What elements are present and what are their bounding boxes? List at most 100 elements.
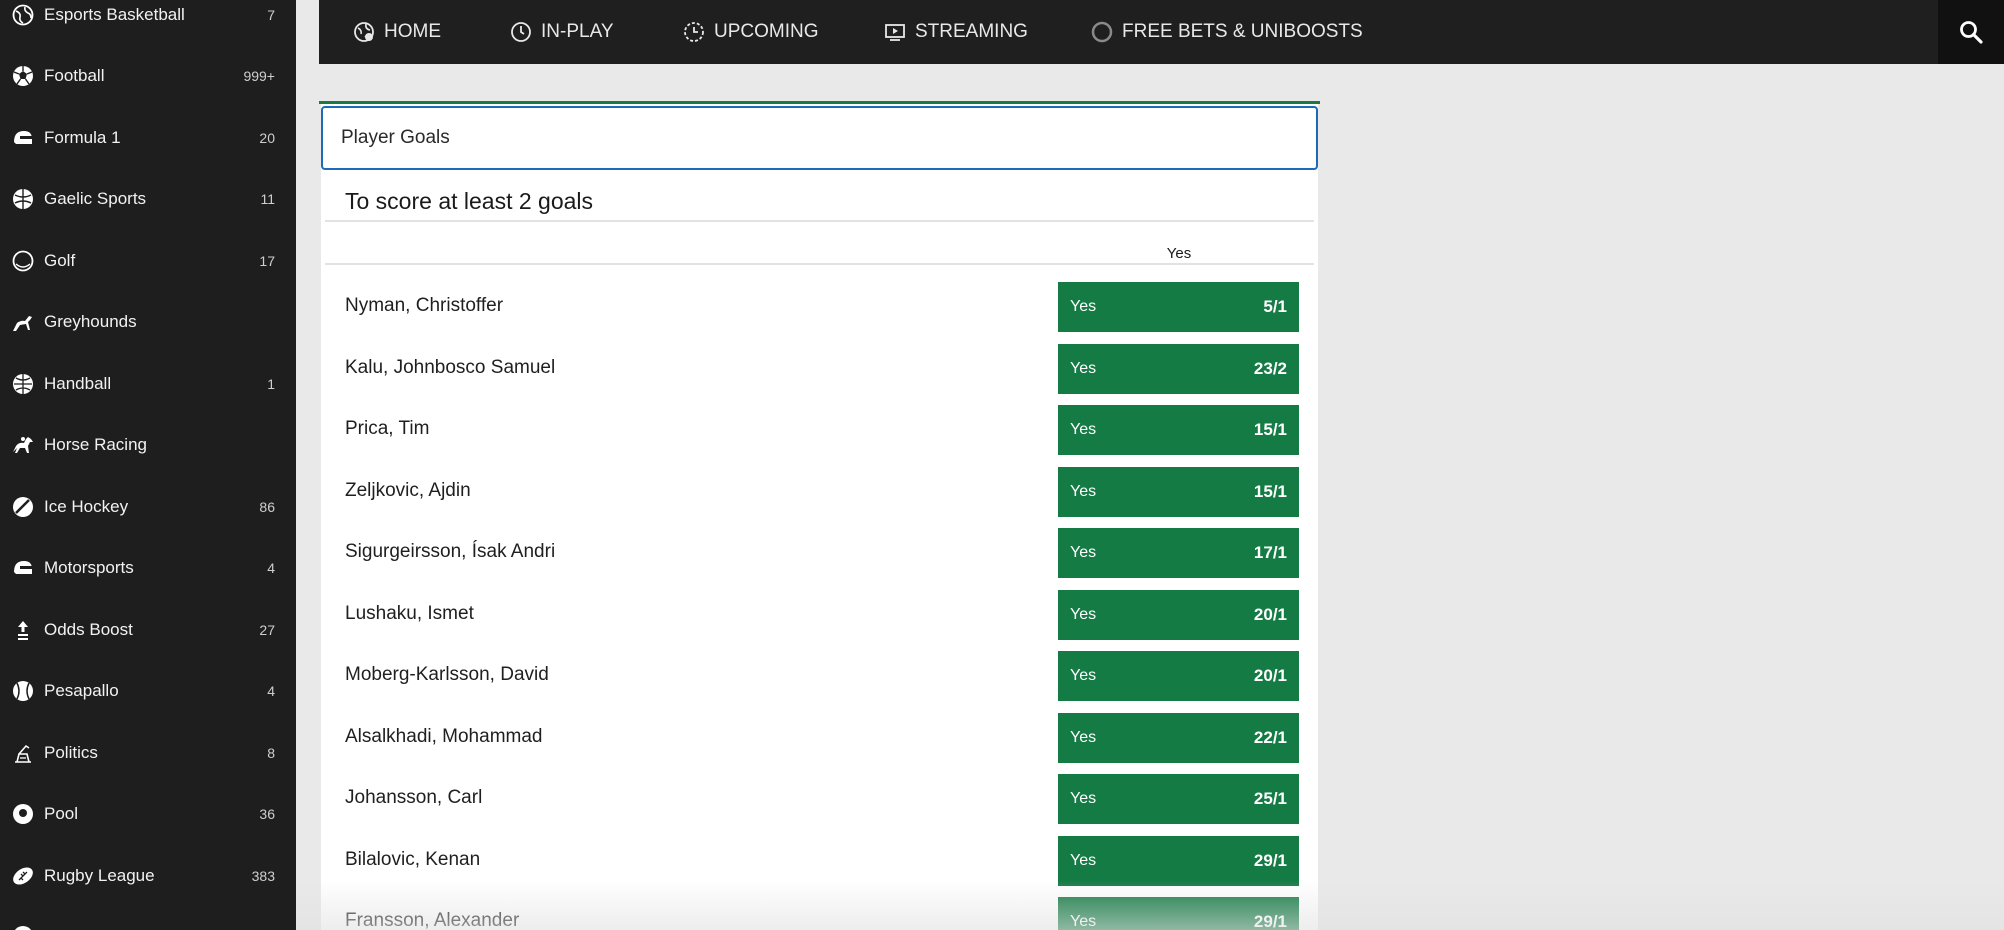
odds-price: 15/1 [1253,482,1287,501]
horse-icon [11,433,35,457]
nav-home-label: HOME [384,21,441,42]
sidebar-item-count: 20 [259,129,275,146]
helmet-icon [11,126,35,150]
nav-streaming[interactable]: STREAMING [884,0,1028,64]
sidebar-item-label: Odds Boost [44,619,133,639]
nav-upcoming[interactable]: UPCOMING [683,0,819,64]
nav-free-bets[interactable]: FREE BETS & UNIBOOSTS [1091,0,1363,64]
odds-button[interactable]: Yes 22/1 [1058,713,1299,763]
boost-icon [11,618,35,642]
sidebar-item-label: Pesapallo [44,680,119,700]
football-icon [11,64,35,88]
selection-label: Yes [1070,544,1097,561]
sidebar-item-pool[interactable]: Pool 36 [0,783,296,844]
sidebar-item-gaelic-sports[interactable]: Gaelic Sports 11 [0,168,296,229]
sidebar-item-motorsports[interactable]: Motorsports 4 [0,537,296,598]
search-button[interactable] [1938,0,2004,64]
sidebar-item-label: Golf [44,250,76,270]
sidebar-item-next-partial [0,905,296,930]
golf-ball-icon [11,249,35,273]
odds-button[interactable]: Yes 15/1 [1058,405,1299,455]
nav-in-play-label: IN-PLAY [541,21,614,42]
selection-label: Yes [1070,606,1097,623]
pool-ball-icon [11,802,35,826]
rugby-ball-icon [11,864,35,888]
divider [325,263,1314,265]
sidebar-item-odds-boost[interactable]: Odds Boost 27 [0,599,296,660]
odds-button[interactable]: Yes 20/1 [1058,590,1299,640]
sidebar-item-label: Football [44,65,105,85]
handball-icon [11,372,35,396]
player-name: Bilalovic, Kenan [345,849,481,870]
odds-button[interactable]: Yes 23/2 [1058,344,1299,394]
odds-button[interactable]: Yes 5/1 [1058,282,1299,332]
sidebar-item-label: Rugby League [44,865,155,885]
sidebar-item-football[interactable]: Football 999+ [0,45,296,106]
nav-upcoming-label: UPCOMING [714,21,819,42]
sidebar-item-count: 999+ [243,67,275,84]
player-name: Johansson, Carl [345,787,483,808]
sidebar-item-pesapallo[interactable]: Pesapallo 4 [0,660,296,721]
odds-button[interactable]: Yes 17/1 [1058,528,1299,578]
odds-price: 20/1 [1253,666,1287,685]
selection-label: Yes [1070,913,1097,930]
nav-in-play[interactable]: IN-PLAY [510,0,614,64]
streaming-tv-icon [885,24,905,41]
nav-streaming-label: STREAMING [915,21,1028,42]
sidebar-item-count: 4 [267,559,275,576]
odds-button[interactable]: Yes 29/1 [1058,836,1299,886]
partial-sport-icon [11,924,35,930]
sidebar-item-label: Motorsports [44,557,134,577]
odds-price: 23/2 [1253,359,1287,378]
podium-icon [11,741,35,765]
clock-icon [511,22,531,42]
sidebar-item-esports-basketball[interactable]: Esports Basketball 7 [0,0,296,45]
selection-label: Yes [1070,667,1097,684]
odds-price: 29/1 [1253,912,1287,930]
column-header-yes: Yes [1166,244,1192,262]
selection-label: Yes [1070,421,1097,438]
sidebar-item-politics[interactable]: Politics 8 [0,722,296,783]
odds-price: 15/1 [1253,420,1287,439]
sidebar-item-label: Esports Basketball [44,4,185,24]
sidebar-item-count: 1 [267,375,275,392]
sidebar-item-label: Gaelic Sports [44,188,147,208]
selection-label: Yes [1070,729,1097,746]
puck-icon [11,495,35,519]
odds-button[interactable]: Yes 29/1 [1058,897,1299,930]
helmet-icon [11,556,35,580]
nav-free-bets-label: FREE BETS & UNIBOOSTS [1122,21,1363,42]
divider [325,220,1314,222]
sidebar-item-label: Politics [44,742,98,762]
sidebar-item-horse-racing[interactable]: Horse Racing [0,414,296,475]
search-icon [1960,21,1983,44]
player-name: Moberg-Karlsson, David [345,664,549,685]
sidebar-item-formula-1[interactable]: Formula 1 20 [0,107,296,168]
sidebar-item-rugby-league[interactable]: Rugby League 383 [0,845,296,906]
player-name: Kalu, Johnbosco Samuel [345,357,556,378]
baseball-icon [11,679,35,703]
market-title: To score at least 2 goals [345,188,594,214]
sidebar-item-count: 7 [267,6,275,23]
odds-button[interactable]: Yes 20/1 [1058,651,1299,701]
top-navigation: HOME IN-PLAY UPCOMING STREAMING FREE BET… [319,0,2004,64]
selection-label: Yes [1070,790,1097,807]
player-name: Zeljkovic, Ajdin [345,480,471,501]
sidebar-item-golf[interactable]: Golf 17 [0,230,296,291]
sidebar-item-count: 4 [267,682,275,699]
player-name: Sigurgeirsson, Ísak Andri [345,541,556,562]
sidebar-item-ice-hockey[interactable]: Ice Hockey 86 [0,476,296,537]
selection-label: Yes [1070,298,1097,315]
ball-icon [11,187,35,211]
sidebar-item-handball[interactable]: Handball 1 [0,353,296,414]
free-bets-ring-icon [1091,21,1113,43]
odds-button[interactable]: Yes 25/1 [1058,774,1299,824]
sports-sidebar: Esports Basketball 7 Football 999+ Formu… [0,0,296,930]
odds-price: 29/1 [1253,851,1287,870]
odds-button[interactable]: Yes 15/1 [1058,467,1299,517]
market-group-header[interactable]: Player Goals [321,106,1318,170]
sidebar-item-greyhounds[interactable]: Greyhounds [0,291,296,352]
player-name: Prica, Tim [345,418,430,439]
sidebar-item-count: 86 [259,498,275,515]
nav-home[interactable]: HOME [353,0,441,64]
